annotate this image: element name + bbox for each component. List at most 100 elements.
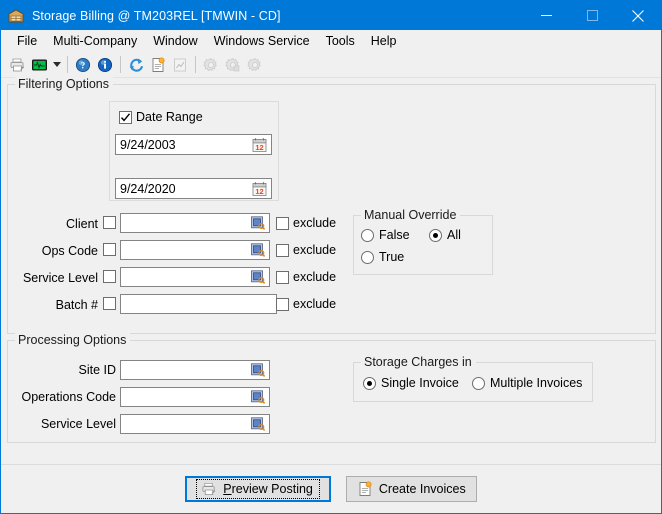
menu-item-window[interactable]: Window xyxy=(145,32,205,50)
storage-charges-title: Storage Charges in xyxy=(361,355,476,369)
action-bar: Preview Posting Create Invoices xyxy=(1,464,661,513)
client-area: Filtering Options Date Range 9/24/2003 xyxy=(1,78,661,513)
date-range-panel: Date Range 9/24/2003 12 xyxy=(109,101,279,201)
storage-charges-group: Storage Charges in Single Invoice Multip… xyxy=(353,362,593,402)
menu-bar: File Multi-Company Window Windows Servic… xyxy=(1,30,661,52)
service-level-exclude-row[interactable]: exclude xyxy=(276,270,336,284)
lookup-icon[interactable] xyxy=(249,362,266,378)
date-to-input[interactable]: 9/24/2020 12 xyxy=(115,178,272,199)
manual-override-option-all[interactable]: All xyxy=(429,228,461,242)
ops-code-enable-checkbox[interactable] xyxy=(103,243,116,256)
service-level-processing-label: Service Level xyxy=(18,417,116,431)
storage-charges-option-single[interactable]: Single Invoice xyxy=(363,376,459,390)
batch-number-enable-checkbox[interactable] xyxy=(103,297,116,310)
manual-override-option-false[interactable]: False xyxy=(361,228,410,242)
dropdown-arrow-icon[interactable] xyxy=(50,54,63,75)
info-icon[interactable] xyxy=(94,54,116,75)
calendar-icon[interactable]: 12 xyxy=(251,181,268,197)
calendar-icon[interactable]: 12 xyxy=(251,137,268,153)
lookup-icon[interactable] xyxy=(249,242,266,258)
service-level-exclude-checkbox[interactable] xyxy=(276,271,289,284)
gear-add-icon xyxy=(200,54,222,75)
manual-override-option-true[interactable]: True xyxy=(361,250,404,264)
radio-false[interactable] xyxy=(361,229,374,242)
window-controls xyxy=(523,1,661,30)
new-document-icon[interactable] xyxy=(147,54,169,75)
radio-multiple-invoices[interactable] xyxy=(472,377,485,390)
monitor-icon[interactable] xyxy=(28,54,50,75)
service-level-exclude-label: exclude xyxy=(293,270,336,284)
print-icon xyxy=(201,481,217,497)
ops-code-label: Ops Code xyxy=(18,244,98,258)
client-input[interactable] xyxy=(120,213,270,233)
ops-code-exclude-checkbox[interactable] xyxy=(276,244,289,257)
create-invoices-label: Create Invoices xyxy=(379,482,466,496)
preview-posting-label: Preview Posting xyxy=(223,482,313,496)
refresh-icon[interactable] xyxy=(125,54,147,75)
gear-delete-icon xyxy=(222,54,244,75)
batch-number-exclude-label: exclude xyxy=(293,297,336,311)
date-range-checkbox-row[interactable]: Date Range xyxy=(119,110,203,124)
service-level-filter-label: Service Level xyxy=(18,271,98,285)
preview-posting-button[interactable]: Preview Posting xyxy=(185,476,331,502)
lookup-icon[interactable] xyxy=(249,389,266,405)
client-exclude-checkbox[interactable] xyxy=(276,217,289,230)
maximize-button[interactable] xyxy=(569,1,615,30)
service-level-filter-input[interactable] xyxy=(120,267,270,287)
manual-override-false-label: False xyxy=(379,228,410,242)
new-document-icon xyxy=(357,481,373,497)
date-range-checkbox[interactable] xyxy=(119,111,132,124)
menu-item-file[interactable]: File xyxy=(9,32,45,50)
client-enable-checkbox[interactable] xyxy=(103,216,116,229)
menu-item-multi-company[interactable]: Multi-Company xyxy=(45,32,145,50)
client-label: Client xyxy=(18,217,98,231)
filtering-options-group: Filtering Options Date Range 9/24/2003 xyxy=(7,84,656,334)
date-range-label: Date Range xyxy=(136,110,203,124)
filtering-options-title: Filtering Options xyxy=(15,77,113,91)
svg-text:12: 12 xyxy=(255,187,263,196)
batch-number-exclude-checkbox[interactable] xyxy=(276,298,289,311)
application-window: Storage Billing @ TM203REL [TMWIN - CD] … xyxy=(0,0,662,514)
print-icon[interactable] xyxy=(6,54,28,75)
help-icon[interactable]: ? xyxy=(72,54,94,75)
single-invoice-label: Single Invoice xyxy=(381,376,459,390)
radio-all[interactable] xyxy=(429,229,442,242)
lookup-icon[interactable] xyxy=(249,269,266,285)
storage-charges-option-multiple[interactable]: Multiple Invoices xyxy=(472,376,582,390)
menu-item-help[interactable]: Help xyxy=(363,32,405,50)
client-exclude-row[interactable]: exclude xyxy=(276,216,336,230)
client-exclude-label: exclude xyxy=(293,216,336,230)
menu-item-windows-service[interactable]: Windows Service xyxy=(206,32,318,50)
radio-single-invoice[interactable] xyxy=(363,377,376,390)
manual-override-group: Manual Override False All True xyxy=(353,215,493,275)
batch-number-exclude-row[interactable]: exclude xyxy=(276,297,336,311)
warehouse-icon xyxy=(8,8,24,24)
toolbar: ? xyxy=(1,52,661,78)
close-button[interactable] xyxy=(615,1,661,30)
lookup-icon[interactable] xyxy=(249,416,266,432)
date-from-input[interactable]: 9/24/2003 12 xyxy=(115,134,272,155)
menu-item-tools[interactable]: Tools xyxy=(318,32,363,50)
window-title: Storage Billing @ TM203REL [TMWIN - CD] xyxy=(32,9,281,23)
manual-override-true-label: True xyxy=(379,250,404,264)
manual-override-all-label: All xyxy=(447,228,461,242)
create-invoices-button[interactable]: Create Invoices xyxy=(346,476,477,502)
radio-true[interactable] xyxy=(361,251,374,264)
ops-code-exclude-row[interactable]: exclude xyxy=(276,243,336,257)
lookup-icon[interactable] xyxy=(249,215,266,231)
service-level-processing-input[interactable] xyxy=(120,414,270,434)
svg-text:12: 12 xyxy=(255,143,263,152)
operations-code-label: Operations Code xyxy=(18,390,116,404)
processing-options-title: Processing Options xyxy=(15,333,130,347)
ops-code-input[interactable] xyxy=(120,240,270,260)
toolbar-separator xyxy=(195,56,196,73)
gear-icon xyxy=(244,54,266,75)
title-bar: Storage Billing @ TM203REL [TMWIN - CD] xyxy=(1,1,661,30)
site-id-input[interactable] xyxy=(120,360,270,380)
manual-override-title: Manual Override xyxy=(361,208,460,222)
batch-number-input[interactable] xyxy=(120,294,277,314)
site-id-label: Site ID xyxy=(18,363,116,377)
service-level-enable-checkbox[interactable] xyxy=(103,270,116,283)
minimize-button[interactable] xyxy=(523,1,569,30)
operations-code-input[interactable] xyxy=(120,387,270,407)
